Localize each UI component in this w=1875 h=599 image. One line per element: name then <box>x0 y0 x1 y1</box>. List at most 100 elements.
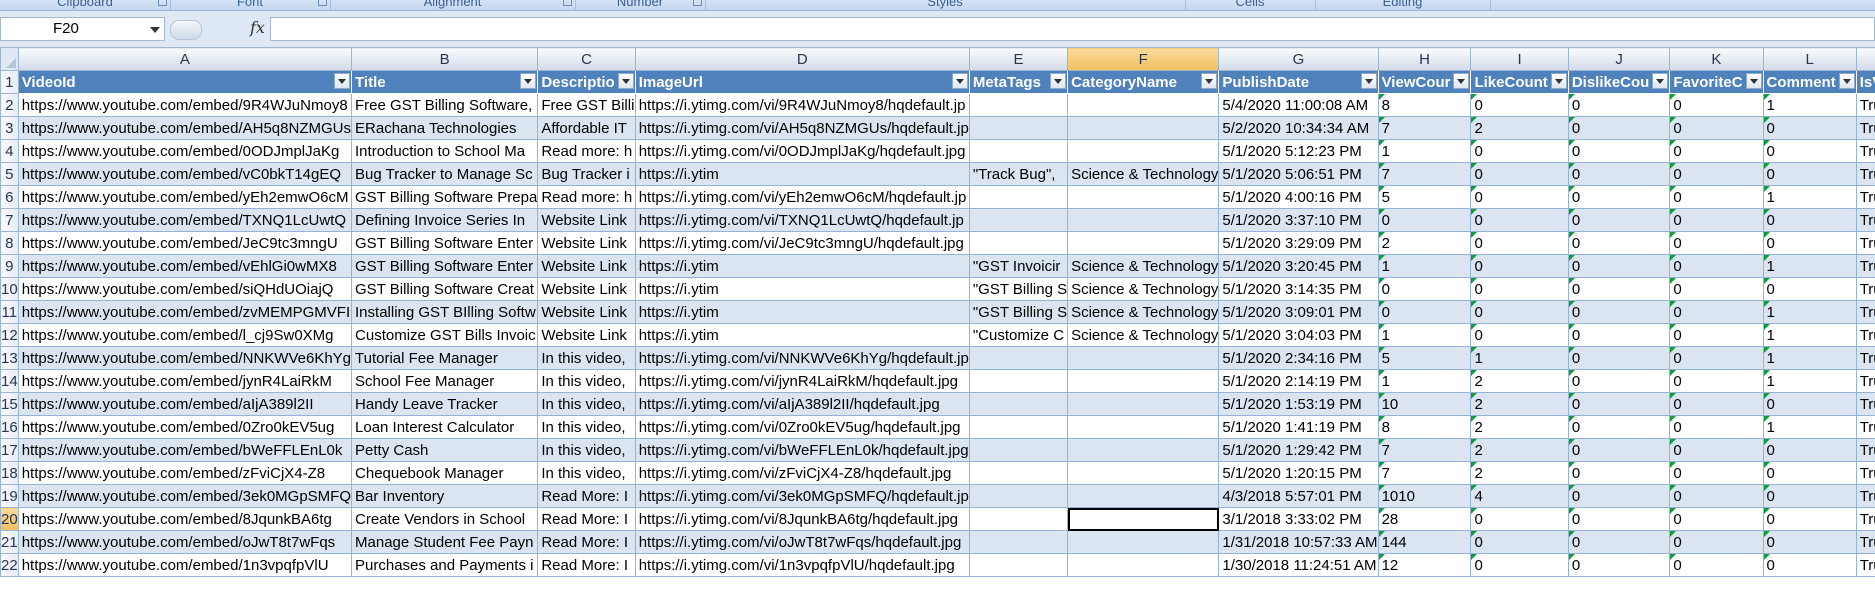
table-cell[interactable]: Tutorial Fee Manager <box>351 346 539 370</box>
table-cell[interactable] <box>1067 93 1220 117</box>
table-cell[interactable]: https://www.youtube.com/embed/1n3vpqfpVl… <box>17 553 353 577</box>
table-header-cell[interactable]: DislikeCou <box>1567 70 1671 94</box>
table-cell[interactable]: True <box>1855 300 1875 324</box>
row-header[interactable]: 15 <box>0 392 19 416</box>
table-cell[interactable]: https://i.ytimg.com/vi/yEh2emwO6cM/hqdef… <box>634 185 970 209</box>
dialog-launcher-icon[interactable] <box>158 0 167 6</box>
table-cell[interactable]: 0 <box>1669 392 1764 416</box>
table-cell[interactable]: 1/31/2018 10:57:33 AM <box>1218 530 1379 554</box>
table-cell[interactable]: Manage Student Fee Payn <box>351 530 539 554</box>
table-cell[interactable]: Read More: I <box>537 530 636 554</box>
table-cell[interactable]: 0 <box>1669 254 1764 278</box>
table-cell[interactable]: 0 <box>1669 507 1764 531</box>
table-cell[interactable]: 5/1/2020 3:14:35 PM <box>1218 277 1379 301</box>
row-header[interactable]: 9 <box>0 254 19 278</box>
table-cell[interactable]: Website Link <box>537 208 636 232</box>
filter-dropdown-icon[interactable] <box>951 73 968 89</box>
table-cell[interactable] <box>968 346 1069 370</box>
select-all-corner[interactable] <box>0 47 19 71</box>
table-cell[interactable]: Free GST Billing Software, <box>351 93 539 117</box>
table-header-cell[interactable]: IsValid <box>1855 70 1875 94</box>
table-cell[interactable]: True <box>1855 484 1875 508</box>
table-cell[interactable]: 7 <box>1377 438 1472 462</box>
table-cell[interactable]: Science & Technology <box>1067 277 1220 301</box>
row-header[interactable]: 12 <box>0 323 19 347</box>
table-cell[interactable]: 0 <box>1669 346 1764 370</box>
table-cell[interactable]: 0 <box>1669 300 1764 324</box>
table-cell[interactable]: Loan Interest Calculator <box>351 415 539 439</box>
table-cell[interactable]: 0 <box>1669 139 1764 163</box>
table-cell[interactable]: 0 <box>1762 277 1857 301</box>
filter-dropdown-icon[interactable] <box>617 73 634 89</box>
column-header-b[interactable]: B <box>351 47 539 71</box>
chevron-down-icon[interactable] <box>150 27 160 33</box>
table-cell[interactable] <box>1067 116 1220 140</box>
table-cell[interactable]: https://i.ytimg.com/vi/JeC9tc3mngU/hqdef… <box>634 231 970 255</box>
table-cell[interactable]: Customize GST Bills Invoic <box>351 323 539 347</box>
table-cell[interactable]: GST Billing Software Enter <box>351 231 539 255</box>
table-cell[interactable]: 0 <box>1567 277 1671 301</box>
table-cell[interactable]: 0 <box>1669 553 1764 577</box>
table-cell[interactable] <box>968 507 1069 531</box>
column-header-l[interactable]: L <box>1762 47 1857 71</box>
table-cell[interactable]: 0 <box>1470 530 1569 554</box>
table-cell[interactable]: Bug Tracker to Manage Sc <box>351 162 539 186</box>
table-cell[interactable]: https://www.youtube.com/embed/3ek0MGpSMF… <box>17 484 353 508</box>
table-cell[interactable]: 0 <box>1567 116 1671 140</box>
table-cell[interactable]: 0 <box>1567 438 1671 462</box>
table-cell[interactable]: https://www.youtube.com/embed/siQHdUOiaj… <box>17 277 353 301</box>
table-cell[interactable]: https://i.ytim <box>634 300 970 324</box>
table-cell[interactable]: True <box>1855 461 1875 485</box>
table-cell[interactable]: 1 <box>1762 300 1857 324</box>
table-cell[interactable] <box>968 461 1069 485</box>
table-cell[interactable]: 0 <box>1470 507 1569 531</box>
table-cell[interactable]: 0 <box>1762 208 1857 232</box>
table-cell[interactable]: https://www.youtube.com/embed/TXNQ1LcUwt… <box>17 208 353 232</box>
table-cell[interactable]: 0 <box>1470 323 1569 347</box>
table-cell[interactable]: https://www.youtube.com/embed/zFviCjX4-Z… <box>17 461 353 485</box>
table-cell[interactable]: 5/4/2020 11:00:08 AM <box>1218 93 1379 117</box>
table-cell[interactable]: True <box>1855 208 1875 232</box>
table-header-cell[interactable]: ViewCour <box>1377 70 1472 94</box>
table-cell[interactable]: True <box>1855 93 1875 117</box>
table-cell[interactable]: 0 <box>1567 461 1671 485</box>
name-box[interactable]: F20 <box>0 17 165 41</box>
table-cell[interactable]: 0 <box>1567 484 1671 508</box>
table-cell[interactable]: True <box>1855 553 1875 577</box>
table-cell[interactable]: Science & Technology <box>1067 162 1220 186</box>
table-cell[interactable]: 3/1/2018 3:33:02 PM <box>1218 507 1379 531</box>
table-cell[interactable] <box>968 231 1069 255</box>
table-cell[interactable]: 0 <box>1470 231 1569 255</box>
table-cell[interactable]: https://i.ytim <box>634 323 970 347</box>
table-cell[interactable]: 0 <box>1567 415 1671 439</box>
table-header-cell[interactable]: FavoriteC <box>1669 70 1764 94</box>
column-header-c[interactable]: C <box>537 47 636 71</box>
table-cell[interactable]: 0 <box>1762 507 1857 531</box>
table-cell[interactable]: Website Link <box>537 323 636 347</box>
column-header-d[interactable]: D <box>634 47 970 71</box>
column-header-i[interactable]: I <box>1470 47 1569 71</box>
table-header-cell[interactable]: ImageUrl <box>634 70 970 94</box>
table-header-cell[interactable]: VideoId <box>17 70 353 94</box>
table-cell[interactable]: https://www.youtube.com/embed/jynR4LaiRk… <box>17 369 353 393</box>
table-cell[interactable]: 0 <box>1669 208 1764 232</box>
table-cell[interactable]: 5/1/2020 2:14:19 PM <box>1218 369 1379 393</box>
table-cell[interactable]: https://i.ytimg.com/vi/zFviCjX4-Z8/hqdef… <box>634 461 970 485</box>
table-cell[interactable]: 0 <box>1567 162 1671 186</box>
table-cell[interactable]: True <box>1855 116 1875 140</box>
table-cell[interactable] <box>968 369 1069 393</box>
table-cell[interactable]: 0 <box>1567 93 1671 117</box>
table-cell[interactable]: 0 <box>1669 461 1764 485</box>
table-cell[interactable]: True <box>1855 530 1875 554</box>
table-cell[interactable]: 7 <box>1377 116 1472 140</box>
table-cell[interactable]: True <box>1855 438 1875 462</box>
table-cell[interactable]: In this video, <box>537 346 636 370</box>
table-cell[interactable]: "GST Billing S <box>968 277 1069 301</box>
table-cell[interactable]: 0 <box>1762 553 1857 577</box>
table-cell[interactable]: 0 <box>1567 185 1671 209</box>
insert-function-icon[interactable]: fx <box>250 18 265 37</box>
table-cell[interactable]: 2 <box>1470 461 1569 485</box>
table-cell[interactable] <box>1067 484 1220 508</box>
table-cell[interactable]: https://i.ytimg.com/vi/9R4WJuNmoy8/hqdef… <box>634 93 970 117</box>
column-header-k[interactable]: K <box>1669 47 1764 71</box>
